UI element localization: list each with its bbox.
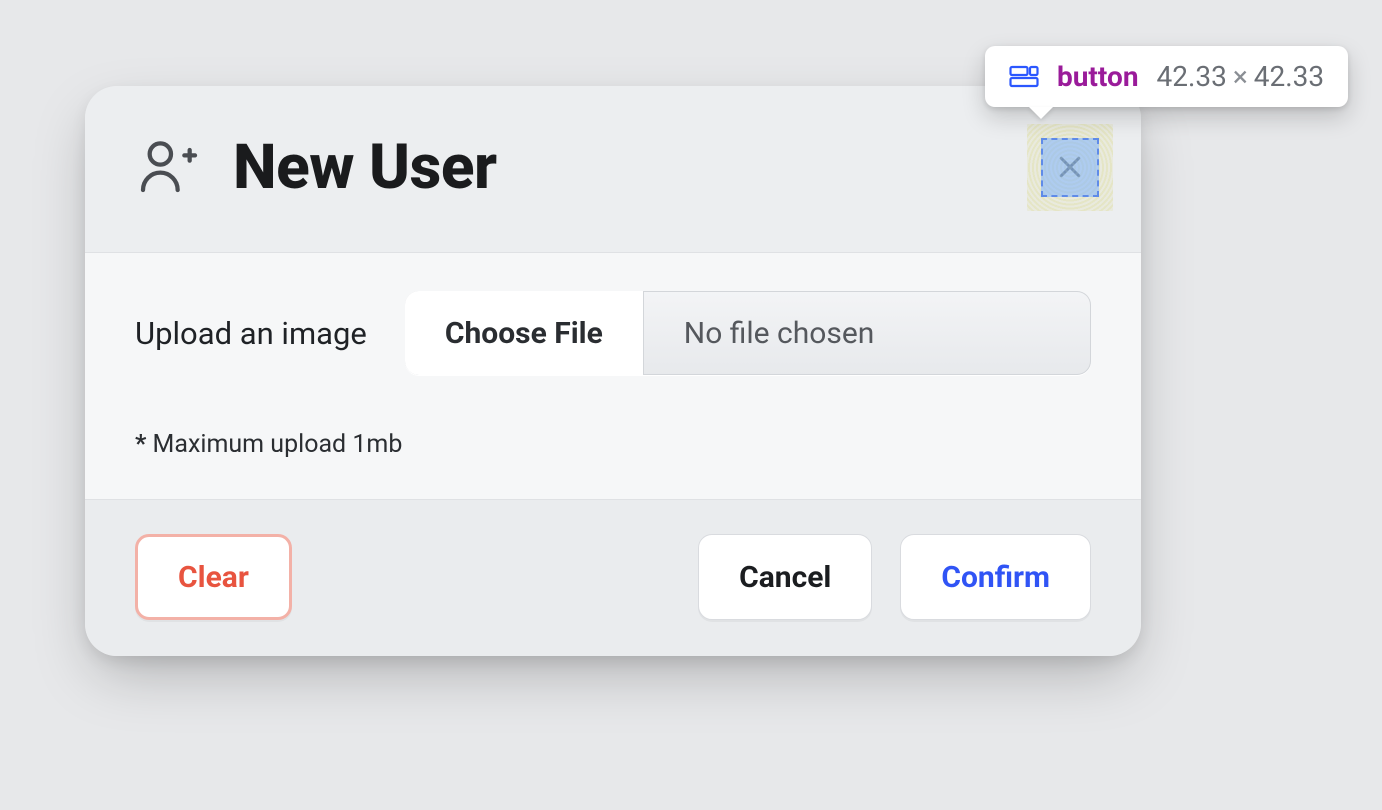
upload-hint-text: Maximum upload 1mb xyxy=(146,430,402,459)
dialog-footer: Clear Cancel Confirm xyxy=(85,500,1141,656)
user-add-icon xyxy=(135,134,199,202)
new-user-dialog: New User Upload an image Choose File No … xyxy=(85,86,1141,656)
dialog-title-wrap: New User xyxy=(135,131,497,204)
inspector-dimensions: 42.33×42.33 xyxy=(1157,60,1325,93)
confirm-button[interactable]: Confirm xyxy=(900,534,1091,620)
choose-file-button[interactable]: Choose File xyxy=(405,291,644,375)
flex-container-icon xyxy=(1009,65,1039,89)
upload-label: Upload an image xyxy=(135,315,367,352)
inspector-element-tag: button xyxy=(1057,60,1139,93)
close-button[interactable] xyxy=(1049,146,1091,188)
dialog-header: New User xyxy=(85,86,1141,252)
inspector-dim-separator: × xyxy=(1227,60,1254,93)
file-chosen-status: No file chosen xyxy=(644,291,1091,375)
upload-row: Upload an image Choose File No file chos… xyxy=(135,291,1091,375)
inspector-tooltip: button 42.33×42.33 xyxy=(985,46,1348,107)
upload-hint-asterisk: * xyxy=(135,430,146,459)
upload-hint: * Maximum upload 1mb xyxy=(135,430,1091,459)
clear-button[interactable]: Clear xyxy=(135,534,292,620)
inspector-width: 42.33 xyxy=(1157,60,1227,93)
dialog-body: Upload an image Choose File No file chos… xyxy=(85,252,1141,500)
inspector-height: 42.33 xyxy=(1254,60,1324,93)
cancel-button[interactable]: Cancel xyxy=(698,534,872,620)
dialog-title: New User xyxy=(233,131,497,204)
file-input[interactable]: Choose File No file chosen xyxy=(405,291,1091,375)
close-icon xyxy=(1055,152,1085,182)
